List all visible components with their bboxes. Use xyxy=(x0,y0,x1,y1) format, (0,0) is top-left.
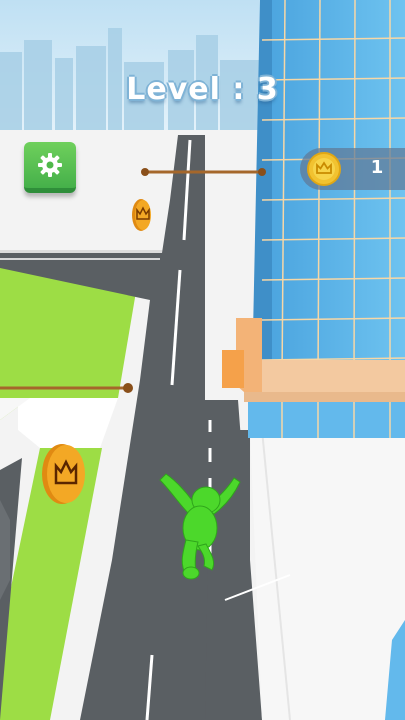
game-scene xyxy=(0,0,405,720)
level-label: Level : 3 xyxy=(126,72,279,107)
crown-coin-icon xyxy=(132,199,151,231)
crown-coin-icon xyxy=(307,152,341,190)
road-lower-widening xyxy=(205,430,250,720)
settings-button[interactable] xyxy=(24,142,76,193)
crown-coin-icon xyxy=(42,444,85,504)
coin-counter: 1 xyxy=(300,148,405,190)
coin-count: 1 xyxy=(370,157,384,178)
sidewalk-right xyxy=(250,430,405,720)
